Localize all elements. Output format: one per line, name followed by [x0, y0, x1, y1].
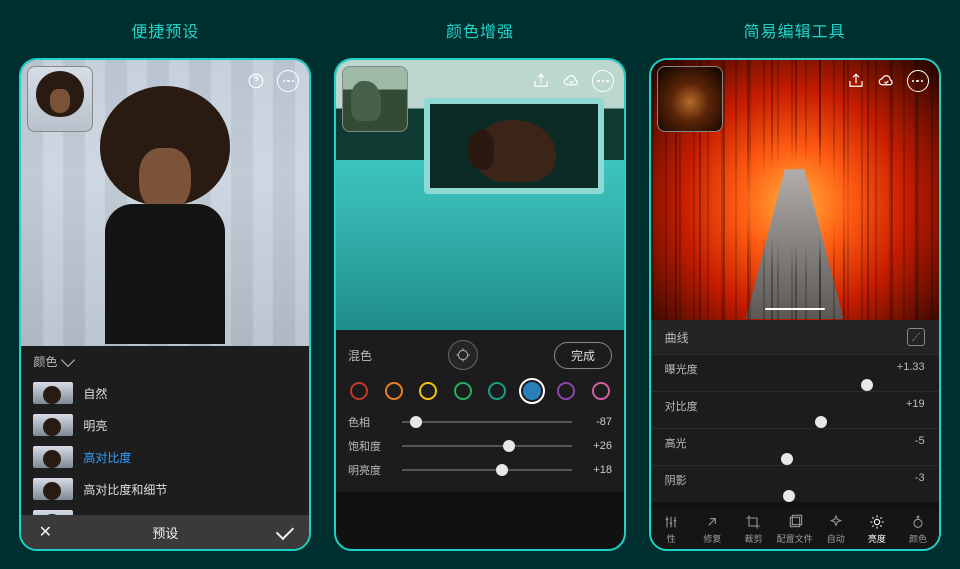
preset-item[interactable]: 高对比度和细节: [21, 473, 309, 505]
preset-item[interactable]: 高对比度: [21, 441, 309, 473]
tool-profiles[interactable]: 配置文件: [774, 509, 815, 549]
original-thumbnail[interactable]: [342, 66, 408, 132]
swatch[interactable]: [488, 382, 506, 400]
swatch[interactable]: [592, 382, 610, 400]
curve-row[interactable]: 曲线: [651, 320, 939, 354]
chevron-down-icon: [61, 353, 75, 367]
main-photo[interactable]: [651, 60, 939, 320]
tool-color[interactable]: 颜色: [897, 509, 938, 549]
share-icon[interactable]: [532, 72, 550, 90]
preset-item[interactable]: 明亮: [21, 409, 309, 441]
light-panel: 曲线 曝光度+1.33 对比度+19 高光-5 阴影-3: [651, 320, 939, 502]
swatch[interactable]: [385, 382, 403, 400]
confirm-button[interactable]: [261, 523, 309, 541]
curve-label: 曲线: [665, 329, 689, 346]
swatch[interactable]: [454, 382, 472, 400]
color-swatches: [348, 380, 612, 410]
edit-toolbar: 性 修复 裁剪 配置文件 自动 亮度 颜色: [651, 509, 939, 549]
curve-icon[interactable]: [907, 328, 925, 346]
column-title: 便捷预设: [131, 18, 199, 42]
slider-contrast[interactable]: 对比度+19: [651, 391, 939, 428]
swatch[interactable]: [350, 382, 368, 400]
cloud-sync-icon[interactable]: [562, 72, 580, 90]
crop-handle[interactable]: [765, 308, 825, 310]
more-icon[interactable]: [277, 70, 299, 92]
slider-shadows[interactable]: 阴影-3: [651, 465, 939, 502]
main-photo[interactable]: [336, 60, 624, 330]
column-color: 颜色增强 混色 完成: [330, 18, 630, 551]
slider-saturation[interactable]: 饱和度 +26: [348, 434, 612, 458]
cancel-button[interactable]: ✕: [21, 522, 69, 542]
swatch[interactable]: [419, 382, 437, 400]
bottom-bar: ✕ 预设: [21, 515, 309, 549]
preset-list[interactable]: 自然 明亮 高对比度 高对比度和细节 鲜艳: [21, 377, 309, 525]
slider-hue[interactable]: 色相 -87: [348, 410, 612, 434]
phone-edit: 曲线 曝光度+1.33 对比度+19 高光-5 阴影-3 性 修复: [649, 58, 941, 551]
tool-auto[interactable]: 自动: [815, 509, 856, 549]
phone-color: 混色 完成 色相 -87 饱和度: [334, 58, 626, 551]
done-button[interactable]: 完成: [554, 342, 612, 369]
more-icon[interactable]: [592, 70, 614, 92]
share-icon[interactable]: [847, 72, 865, 90]
panel-title: 预设: [69, 523, 261, 542]
more-icon[interactable]: [907, 70, 929, 92]
column-presets: 便捷预设 颜色 自然 明亮 高对比度 高对比度和细节 鲜艳: [15, 18, 315, 551]
slider-exposure[interactable]: 曝光度+1.33: [651, 354, 939, 391]
original-thumbnail[interactable]: [27, 66, 93, 132]
preset-item[interactable]: 自然: [21, 377, 309, 409]
column-title: 颜色增强: [446, 18, 514, 42]
category-label: 颜色: [33, 353, 57, 370]
slider-highlights[interactable]: 高光-5: [651, 428, 939, 465]
original-thumbnail[interactable]: [657, 66, 723, 132]
column-title: 简易编辑工具: [744, 18, 846, 42]
tool-adjust[interactable]: 性: [651, 509, 692, 549]
main-photo[interactable]: [21, 60, 309, 346]
phone-presets: 颜色 自然 明亮 高对比度 高对比度和细节 鲜艳 ✕ 预设: [19, 58, 311, 551]
swatch[interactable]: [523, 382, 541, 400]
tool-light[interactable]: 亮度: [856, 509, 897, 549]
slider-luminance[interactable]: 明亮度 +18: [348, 458, 612, 482]
presets-panel: 颜色 自然 明亮 高对比度 高对比度和细节 鲜艳: [21, 346, 309, 525]
preset-category[interactable]: 颜色: [21, 346, 309, 377]
target-picker-button[interactable]: [448, 340, 478, 370]
help-icon[interactable]: [247, 72, 265, 90]
tool-crop[interactable]: 裁剪: [733, 509, 774, 549]
color-panel: 混色 完成 色相 -87 饱和度: [336, 330, 624, 492]
tool-heal[interactable]: 修复: [692, 509, 733, 549]
swatch[interactable]: [557, 382, 575, 400]
mix-label: 混色: [348, 347, 372, 364]
cloud-sync-icon[interactable]: [877, 72, 895, 90]
column-edit: 简易编辑工具 曲线 曝光度+1.33 对比度+19: [645, 18, 945, 551]
